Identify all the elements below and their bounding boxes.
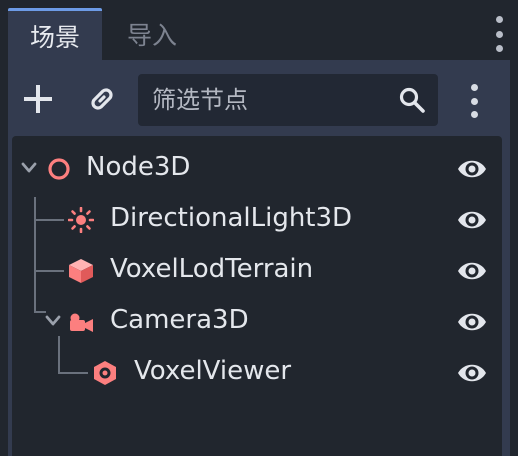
node-label: VoxelLodTerrain [110, 254, 314, 284]
chevron-down-icon[interactable] [20, 161, 38, 175]
visibility-eye-icon[interactable] [456, 205, 488, 235]
tree-row-camera3d[interactable]: Camera3D [12, 297, 502, 347]
node-label: Camera3D [110, 305, 249, 335]
dot [495, 16, 503, 23]
chevron-down-icon[interactable] [44, 314, 62, 328]
tree-row-directionallight3d[interactable]: DirectionalLight3D [12, 195, 502, 245]
tab-import[interactable]: 导入 [104, 8, 200, 60]
tab-scene[interactable]: 场景 [8, 8, 102, 60]
filter-nodes-field[interactable] [138, 74, 438, 126]
visibility-eye-icon[interactable] [456, 154, 488, 184]
filter-nodes-input[interactable] [150, 85, 394, 115]
dot [470, 97, 478, 105]
tree-row-node3d[interactable]: Node3D [12, 144, 502, 194]
link-icon [91, 88, 113, 110]
tab-import-label: 导入 [126, 21, 177, 50]
add-node-button[interactable] [16, 77, 60, 121]
visibility-eye-icon[interactable] [456, 256, 488, 286]
voxel-viewer-icon [94, 361, 116, 385]
tree-row-voxellodterrain[interactable]: VoxelLodTerrain [12, 246, 502, 296]
node-label: DirectionalLight3D [110, 203, 353, 233]
dot [470, 111, 478, 118]
dot [495, 45, 503, 52]
dot [495, 30, 503, 38]
plus-icon [24, 85, 52, 113]
scene-tree[interactable]: Node3D DirectionalLight3D VoxelLodTerrai… [12, 136, 502, 456]
instantiate-scene-button[interactable] [80, 77, 124, 121]
node-label: Node3D [86, 152, 191, 182]
voxel-lod-terrain-icon [69, 259, 93, 283]
tab-bar: 场景 导入 [0, 0, 518, 60]
dot [470, 84, 478, 91]
node3d-icon [48, 158, 70, 180]
visibility-eye-icon[interactable] [456, 307, 488, 337]
scene-toolbar [8, 60, 510, 134]
dock-options-icon[interactable] [494, 16, 504, 52]
search-icon[interactable] [398, 86, 426, 114]
tab-scene-label: 场景 [29, 22, 80, 52]
directional-light-icon [68, 207, 94, 233]
tree-row-voxelviewer[interactable]: VoxelViewer [12, 348, 502, 398]
scene-panel: Node3D Direction [8, 60, 510, 456]
node-label: VoxelViewer [134, 356, 292, 386]
scene-dock: 场景 导入 筛选节点 Node3D DirectionalLight3D Vox… [0, 0, 518, 456]
visibility-eye-icon[interactable] [456, 358, 488, 388]
kebab-menu-icon[interactable] [468, 84, 480, 118]
camera-icon [70, 313, 93, 332]
